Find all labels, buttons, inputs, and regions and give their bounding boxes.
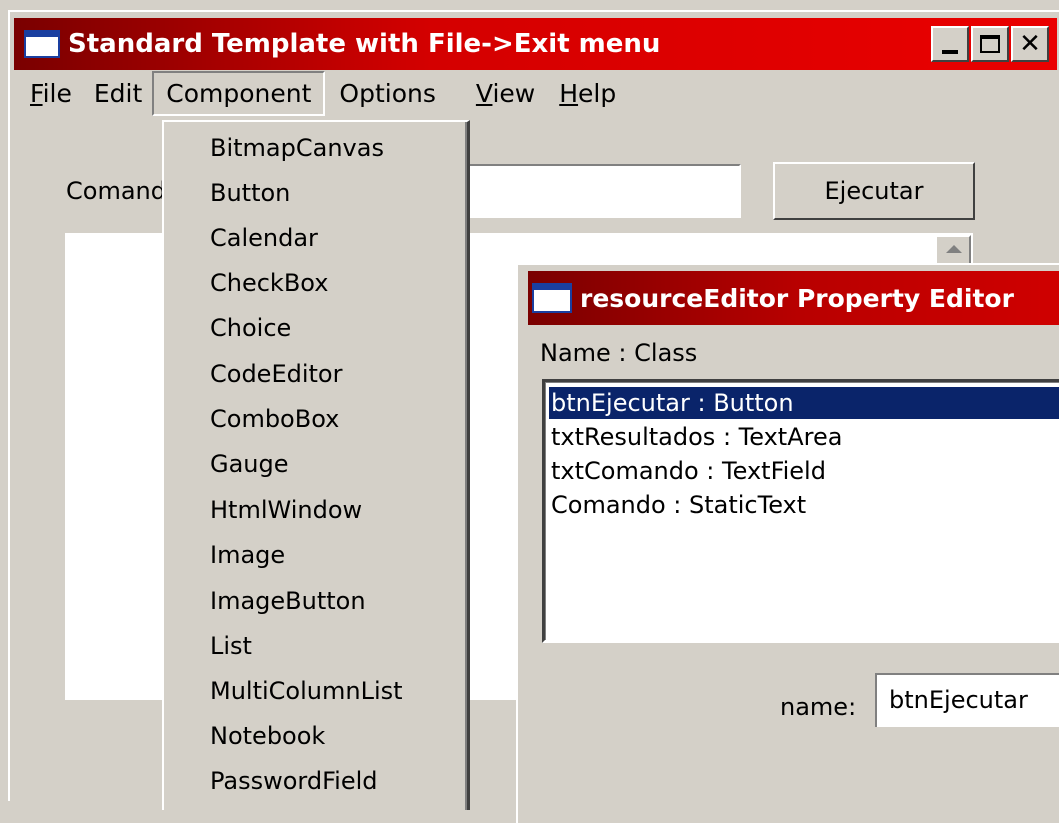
menu-item-bitmapcanvas[interactable]: BitmapCanvas — [210, 134, 384, 162]
menu-item-button[interactable]: Button — [210, 179, 290, 207]
minimize-button[interactable] — [931, 26, 969, 62]
list-item[interactable]: btnEjecutar : Button — [549, 387, 1059, 419]
menu-view-label: iew — [492, 78, 536, 108]
close-icon: ✕ — [1019, 29, 1041, 59]
list-item[interactable]: txtResultados : TextArea — [549, 421, 1059, 453]
property-editor-title: resourceEditor Property Editor — [580, 283, 1014, 313]
menu-file-label: ile — [42, 78, 72, 108]
window-icon — [24, 30, 60, 58]
menu-file[interactable]: File — [20, 71, 82, 116]
component-list-header: Name : Class — [540, 339, 698, 367]
menu-item-passwordfield[interactable]: PasswordField — [210, 767, 378, 795]
menu-item-codeeditor[interactable]: CodeEditor — [210, 360, 342, 388]
menu-item-notebook[interactable]: Notebook — [210, 722, 325, 750]
menu-help-mnemonic: H — [559, 78, 579, 108]
window-icon — [532, 283, 572, 313]
list-item[interactable]: txtComando : TextField — [549, 455, 1059, 487]
menu-help-label: elp — [578, 78, 617, 108]
property-editor-window: resourceEditor Property Editor Name : Cl… — [516, 263, 1059, 823]
menu-item-calendar[interactable]: Calendar — [210, 224, 318, 252]
menu-component-label: Component — [166, 78, 312, 108]
title-buttons: ✕ — [929, 26, 1049, 62]
menu-view-mnemonic: V — [475, 78, 493, 108]
menu-options[interactable]: Options — [325, 71, 445, 116]
menu-item-choice[interactable]: Choice — [210, 314, 291, 342]
component-dropdown-menu: BitmapCanvas Button Calendar CheckBox Ch… — [162, 120, 470, 810]
menu-item-combobox[interactable]: ComboBox — [210, 405, 339, 433]
close-button[interactable]: ✕ — [1011, 26, 1049, 62]
menu-item-list[interactable]: List — [210, 632, 252, 660]
menu-bar: File Edit Component Options View Help — [20, 66, 626, 120]
menu-item-gauge[interactable]: Gauge — [210, 450, 289, 478]
window-title: Standard Template with File->Exit menu — [68, 29, 661, 59]
menu-item-imagebutton[interactable]: ImageButton — [210, 587, 366, 615]
name-label: name: — [780, 693, 857, 721]
menu-view[interactable]: View — [446, 71, 545, 116]
menu-item-image[interactable]: Image — [210, 541, 285, 569]
menu-edit-label: Edit — [93, 78, 143, 108]
main-titlebar[interactable]: Standard Template with File->Exit menu ✕ — [14, 18, 1057, 70]
ejecutar-button[interactable]: Ejecutar — [773, 162, 975, 220]
menu-item-checkbox[interactable]: CheckBox — [210, 269, 328, 297]
menu-item-htmlwindow[interactable]: HtmlWindow — [210, 496, 362, 524]
component-list[interactable]: btnEjecutar : Button txtResultados : Tex… — [542, 379, 1059, 643]
comando-label: Comando — [66, 177, 166, 205]
property-editor-titlebar[interactable]: resourceEditor Property Editor — [528, 271, 1059, 325]
menu-file-mnemonic: F — [30, 78, 43, 108]
maximize-icon — [980, 35, 1000, 53]
minimize-icon — [942, 50, 958, 54]
menu-help[interactable]: Help — [545, 71, 626, 116]
menu-item-multicolumnlist[interactable]: MultiColumnList — [210, 677, 403, 705]
name-input[interactable]: btnEjecutar — [875, 673, 1059, 727]
maximize-button[interactable] — [971, 26, 1009, 62]
menu-options-label: Options — [339, 78, 436, 108]
menu-component[interactable]: Component — [152, 70, 326, 116]
menu-edit[interactable]: Edit — [82, 71, 152, 116]
list-item[interactable]: Comando : StaticText — [549, 489, 1059, 521]
comando-input[interactable] — [455, 164, 741, 218]
